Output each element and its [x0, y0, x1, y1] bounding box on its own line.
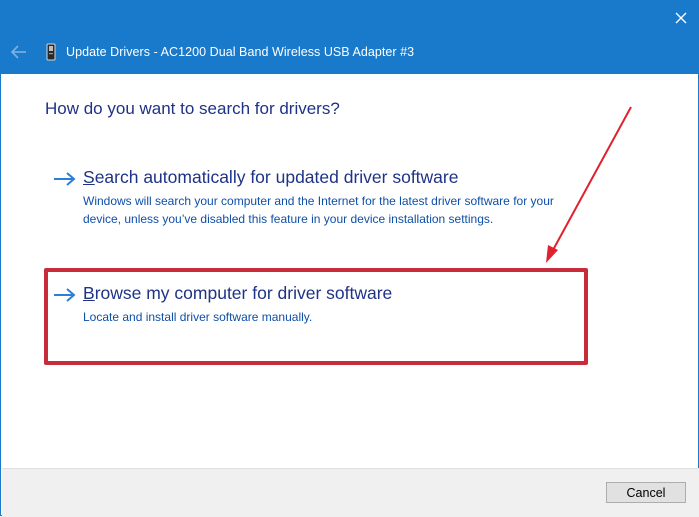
title-bar: Update Drivers - AC1200 Dual Band Wirele… — [1, 1, 698, 74]
option-description: Locate and install driver software manua… — [83, 310, 313, 324]
page-heading: How do you want to search for drivers? — [45, 99, 340, 118]
browse-computer-option[interactable]: Browse my computer for driver software L… — [49, 283, 579, 327]
back-arrow-icon[interactable] — [9, 43, 31, 61]
option-description: Windows will search your computer and th… — [83, 194, 554, 226]
search-automatically-option[interactable]: Search automatically for updated driver … — [49, 167, 579, 247]
access-key-letter: S — [83, 167, 95, 187]
update-drivers-window: Update Drivers - AC1200 Dual Band Wirele… — [0, 0, 699, 517]
cancel-button[interactable]: Cancel — [606, 482, 686, 503]
footer-bar: Cancel — [2, 468, 699, 517]
usb-adapter-icon — [45, 43, 57, 61]
option-title: Search automatically for updated driver … — [83, 167, 458, 188]
option-title-text: rowse my computer for driver software — [94, 283, 393, 303]
access-key-letter: B — [83, 283, 95, 303]
annotation-arrow-icon — [546, 106, 632, 263]
right-arrow-icon — [53, 288, 77, 302]
option-title-text: earch automatically for updated driver s… — [94, 167, 459, 187]
right-arrow-icon — [53, 172, 77, 186]
option-title: Browse my computer for driver software — [83, 283, 392, 304]
window-title: Update Drivers - AC1200 Dual Band Wirele… — [66, 45, 415, 59]
close-icon[interactable] — [669, 7, 693, 29]
